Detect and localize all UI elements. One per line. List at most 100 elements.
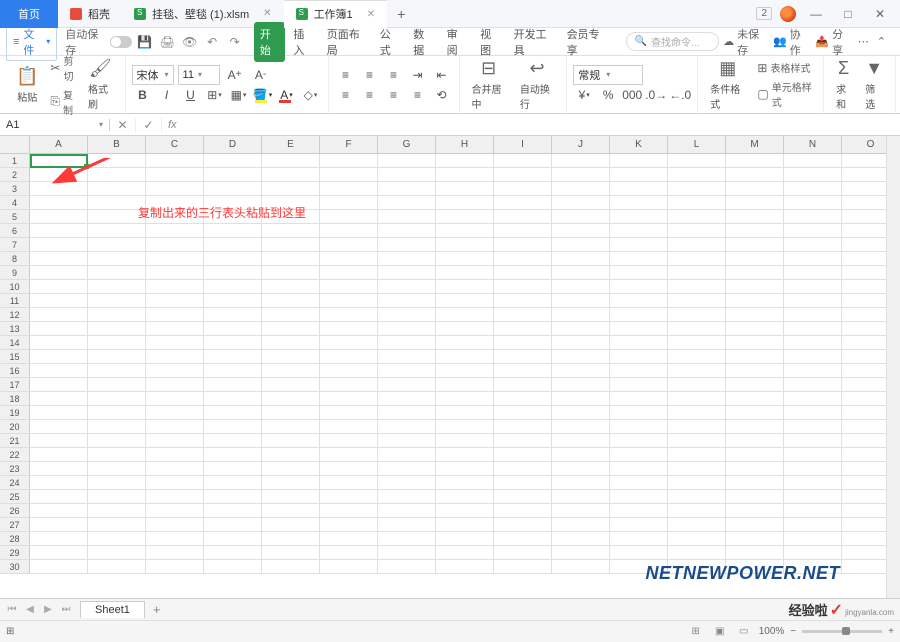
row-header[interactable]: 4 [0, 196, 30, 210]
close-icon[interactable]: ✕ [263, 8, 271, 19]
cell[interactable] [320, 518, 378, 532]
cell[interactable] [146, 224, 204, 238]
cell[interactable] [552, 462, 610, 476]
cell[interactable] [668, 434, 726, 448]
row-header[interactable]: 18 [0, 392, 30, 406]
cell[interactable] [204, 252, 262, 266]
cell[interactable] [784, 462, 842, 476]
select-all-corner[interactable] [0, 136, 30, 154]
cell[interactable] [436, 266, 494, 280]
cell[interactable] [320, 392, 378, 406]
cell[interactable] [30, 294, 88, 308]
cell[interactable] [30, 546, 88, 560]
cell[interactable] [320, 504, 378, 518]
cell[interactable] [668, 182, 726, 196]
cell[interactable] [726, 364, 784, 378]
cell[interactable] [146, 462, 204, 476]
currency-button[interactable]: ¥ [573, 85, 595, 105]
orientation-button[interactable]: ⟲ [431, 85, 453, 105]
cell[interactable] [320, 252, 378, 266]
cell[interactable] [552, 490, 610, 504]
align-bottom-button[interactable]: ≡ [383, 65, 405, 85]
cell[interactable] [30, 462, 88, 476]
more-button[interactable]: ⋯ [858, 35, 869, 48]
cell[interactable] [146, 238, 204, 252]
row-header[interactable]: 16 [0, 364, 30, 378]
cell[interactable] [436, 210, 494, 224]
sheet-tab[interactable]: Sheet1 [80, 601, 145, 618]
cell[interactable] [552, 210, 610, 224]
fill-color-button[interactable]: 🪣 [252, 85, 274, 105]
cell[interactable] [494, 350, 552, 364]
cell[interactable] [30, 210, 88, 224]
col-header[interactable]: G [378, 136, 436, 154]
cell[interactable] [88, 504, 146, 518]
cell[interactable] [262, 518, 320, 532]
cell[interactable] [204, 462, 262, 476]
cell[interactable] [552, 378, 610, 392]
cell[interactable] [668, 420, 726, 434]
cell[interactable] [726, 434, 784, 448]
cell[interactable] [204, 518, 262, 532]
cell[interactable] [378, 490, 436, 504]
cell[interactable] [146, 350, 204, 364]
search-input[interactable]: 🔍 查找命令... [626, 32, 720, 51]
col-header[interactable]: N [784, 136, 842, 154]
cell[interactable] [262, 546, 320, 560]
cell[interactable] [668, 294, 726, 308]
cell[interactable] [88, 322, 146, 336]
col-header[interactable]: B [88, 136, 146, 154]
cell[interactable] [668, 490, 726, 504]
cell[interactable] [610, 504, 668, 518]
cell[interactable] [146, 378, 204, 392]
cell[interactable] [146, 518, 204, 532]
cell[interactable] [30, 518, 88, 532]
home-tab[interactable]: 首页 [0, 0, 58, 28]
tab-daoke[interactable]: 稻壳 [58, 0, 122, 28]
cell[interactable] [204, 336, 262, 350]
cell[interactable] [610, 392, 668, 406]
row-header[interactable]: 13 [0, 322, 30, 336]
cell[interactable] [494, 546, 552, 560]
cell[interactable] [88, 448, 146, 462]
cell[interactable] [726, 448, 784, 462]
cell-border-button[interactable]: ▦ [228, 85, 250, 105]
cell[interactable] [668, 196, 726, 210]
cell[interactable] [436, 224, 494, 238]
copy-button[interactable]: ⎘复制 [46, 85, 80, 119]
cell[interactable] [610, 434, 668, 448]
cell[interactable] [146, 308, 204, 322]
cell[interactable] [668, 378, 726, 392]
cell[interactable] [552, 476, 610, 490]
align-right-button[interactable]: ≡ [383, 85, 405, 105]
cell[interactable] [494, 168, 552, 182]
col-header[interactable]: M [726, 136, 784, 154]
cell[interactable] [88, 434, 146, 448]
cell[interactable] [378, 322, 436, 336]
cell[interactable] [262, 532, 320, 546]
cell[interactable] [726, 462, 784, 476]
cell[interactable] [784, 182, 842, 196]
col-header[interactable]: E [262, 136, 320, 154]
cell[interactable] [204, 434, 262, 448]
cell[interactable] [320, 238, 378, 252]
cell[interactable] [494, 252, 552, 266]
cell[interactable] [552, 336, 610, 350]
cell[interactable] [146, 154, 204, 168]
cell[interactable] [552, 154, 610, 168]
row-header[interactable]: 20 [0, 420, 30, 434]
cell[interactable] [436, 238, 494, 252]
cell[interactable] [552, 252, 610, 266]
cell[interactable] [204, 420, 262, 434]
cell[interactable] [726, 490, 784, 504]
add-tab-button[interactable]: + [387, 6, 415, 22]
cell[interactable] [784, 280, 842, 294]
cell[interactable] [552, 238, 610, 252]
cell[interactable] [146, 434, 204, 448]
reading-view-button[interactable]: ▭ [735, 625, 753, 639]
cell[interactable] [668, 280, 726, 294]
cell[interactable] [784, 378, 842, 392]
row-header[interactable]: 6 [0, 224, 30, 238]
normal-view-button[interactable]: ⊞ [687, 625, 705, 639]
cell[interactable] [204, 182, 262, 196]
